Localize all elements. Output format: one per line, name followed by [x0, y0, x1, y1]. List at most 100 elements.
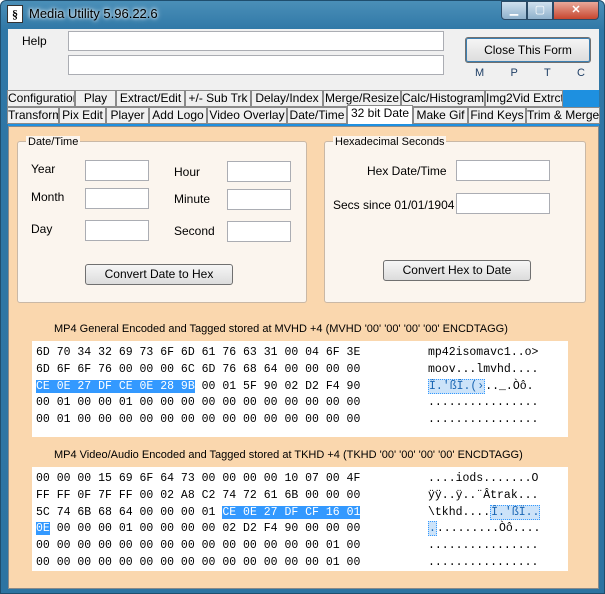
close-window-button[interactable]: ✕: [553, 1, 599, 20]
hex-date-input[interactable]: [456, 160, 550, 181]
tkhd-hex-bytes: FF FF 0F 7F FF 00 02 A8 C2 74 72 61 6B 0…: [36, 488, 361, 502]
tkhd-hex-row: 00 00 00 00 00 00 00 00 00 00 00 00 00 0…: [36, 538, 428, 555]
secs-since-label: Secs since 01/01/1904: [333, 198, 455, 212]
top-area: Help Close This Form M P T C: [8, 29, 599, 90]
tab-delay-index[interactable]: Delay/Index: [251, 90, 323, 107]
mvhd-hex-view[interactable]: 6D 70 34 32 69 73 6F 6D 61 76 63 31 00 0…: [32, 341, 568, 437]
month-label: Month: [31, 190, 65, 204]
tab-32-bit-date[interactable]: 32 bit Date: [347, 105, 413, 124]
tab-video-overlay[interactable]: Video Overlay: [207, 107, 287, 124]
hour-input[interactable]: [227, 161, 291, 182]
tab-sub-trk[interactable]: +/- Sub Trk: [185, 90, 251, 107]
minute-label: Minute: [174, 192, 211, 206]
window-title: Media Utility 5.96.22.6: [29, 6, 158, 21]
hex-seconds-group-title: Hexadecimal Seconds: [333, 136, 447, 148]
year-input[interactable]: [85, 160, 149, 181]
tkhd-ascii-column: ....iods.......O ÿÿ..ÿ..¨Âtrak... \tkhd...…: [428, 471, 568, 572]
tab-transform[interactable]: Transform: [7, 107, 59, 124]
mvhd-hex-bytes: 00 01 00 00 00 00 00 00 00 00 00 00 00 0…: [36, 413, 361, 427]
tkhd-ascii-text: ....iods.......O: [428, 472, 539, 485]
second-input[interactable]: [227, 221, 291, 242]
hex-date-label: Hex Date/Time: [367, 164, 447, 178]
tab-make-gif[interactable]: Make Gif: [413, 107, 468, 124]
convert-hex-to-date-button[interactable]: Convert Hex to Date: [383, 260, 531, 281]
mvhd-hex-selected: CE 0E 27 DF CE 0E 28 9B: [36, 379, 195, 393]
flag-p[interactable]: P: [510, 67, 517, 79]
flag-m[interactable]: M: [475, 67, 484, 79]
tkhd-ascii-text: .........Òô....: [436, 522, 541, 536]
app-icon[interactable]: §: [7, 5, 23, 23]
secs-since-input[interactable]: [456, 193, 550, 214]
year-label: Year: [31, 162, 56, 176]
tkhd-label: MP4 Video/Audio Encoded and Tagged store…: [54, 449, 523, 461]
tkhd-ascii-row: ....iods.......O: [428, 471, 568, 488]
tkhd-ascii-row: \tkhd....Î.'ßÏ..: [428, 504, 568, 522]
tkhd-ascii-row: ÿÿ..ÿ..¨Âtrak...: [428, 488, 568, 505]
mvhd-ascii-column: mp42isomavc1..o> moov...lmvhd.... Î.'ßÎ.(›…: [428, 345, 568, 429]
app-window: § Media Utility 5.96.22.6 ▁ ▢ ✕ Help Clo…: [0, 0, 605, 594]
tab-panel-32-bit-date: Date/Time Year Month Day Hour Minute Sec…: [8, 126, 599, 589]
tkhd-hex-bytes: 5C 74 6B 68 64 00 00 00 01: [36, 505, 223, 519]
tab-img2vid-extrct[interactable]: Img2Vid Extrct: [485, 90, 563, 107]
tkhd-ascii-selected: .: [428, 521, 437, 537]
flag-t[interactable]: T: [544, 67, 551, 79]
tkhd-hex-bytes: 00 00 00 01 00 00 00 00 02 D2 F4 90 00 0…: [49, 522, 361, 536]
datetime-group: Date/Time Year Month Day Hour Minute Sec…: [17, 136, 307, 303]
mvhd-hex-bytes: 6D 70 34 32 69 73 6F 6D 61 76 63 31 00 0…: [36, 346, 361, 359]
mvhd-ascii-row: ................: [428, 395, 568, 412]
tkhd-hex-row: 00 00 00 15 69 6F 64 73 00 00 00 00 10 0…: [36, 471, 428, 488]
tab-trim-merge[interactable]: Trim & Merge: [526, 107, 600, 124]
tab-extract-edit[interactable]: Extract/Edit: [116, 90, 185, 107]
tkhd-hex-column: 00 00 00 15 69 6F 64 73 00 00 00 00 10 0…: [36, 471, 428, 572]
mvhd-ascii-text: mp42isomavc1..o>: [428, 346, 539, 359]
tkhd-ascii-text: ÿÿ..ÿ..¨Âtrak...: [428, 488, 539, 502]
tab-date-time[interactable]: Date/Time: [287, 107, 347, 124]
mvhd-ascii-row: mp42isomavc1..o>: [428, 345, 568, 362]
help-menu[interactable]: Help: [22, 34, 47, 48]
day-input[interactable]: [85, 220, 149, 241]
mvhd-hex-column: 6D 70 34 32 69 73 6F 6D 61 76 63 31 00 0…: [36, 345, 428, 429]
tkhd-hex-bytes: 00 00 00 15 69 6F 64 73 00 00 00 00 10 0…: [36, 472, 361, 485]
tab-configuration[interactable]: Configuration: [7, 90, 75, 107]
hex-seconds-group: Hexadecimal Seconds Hex Date/Time Secs s…: [324, 136, 586, 303]
tkhd-hex-row: 0E 00 00 00 01 00 00 00 00 02 D2 F4 90 0…: [36, 521, 428, 538]
tkhd-hex-view[interactable]: 00 00 00 15 69 6F 64 73 00 00 00 00 10 0…: [32, 467, 568, 571]
mvhd-hex-row: 00 01 00 00 00 00 00 00 00 00 00 00 00 0…: [36, 412, 428, 429]
tkhd-ascii-row: ..........Òô....: [428, 521, 568, 538]
tab-calc-histogram[interactable]: Calc/Histogram: [401, 90, 485, 107]
tab-pix-edit[interactable]: Pix Edit: [59, 107, 106, 124]
minimize-button[interactable]: ▁: [501, 1, 527, 20]
tkhd-ascii-text: ................: [428, 539, 539, 553]
tab-find-keys[interactable]: Find Keys: [468, 107, 526, 124]
title-bar[interactable]: § Media Utility 5.96.22.6 ▁ ▢ ✕: [1, 1, 604, 27]
info-textbox-2[interactable]: [68, 55, 444, 75]
tab-player[interactable]: Player: [106, 107, 149, 124]
month-input[interactable]: [85, 188, 149, 209]
flag-c[interactable]: C: [577, 67, 585, 79]
tab-play[interactable]: Play: [75, 90, 116, 107]
mvhd-ascii-selected: Î.'ßÎ.(›: [428, 378, 486, 394]
close-form-button[interactable]: Close This Form: [465, 37, 591, 63]
second-label: Second: [174, 224, 215, 238]
tkhd-ascii-text: ................: [428, 555, 539, 569]
mvhd-hex-bytes: 6D 6F 6F 76 00 00 00 6C 6D 76 68 64 00 0…: [36, 362, 361, 376]
datetime-group-title: Date/Time: [26, 136, 81, 148]
tkhd-ascii-row: ................: [428, 538, 568, 555]
tkhd-hex-bytes: 00 00 00 00 00 00 00 00 00 00 00 00 00 0…: [36, 539, 361, 553]
mvhd-ascii-row: ................: [428, 412, 568, 429]
minute-input[interactable]: [227, 189, 291, 210]
convert-date-to-hex-button[interactable]: Convert Date to Hex: [85, 264, 233, 285]
mvhd-hex-row: 6D 6F 6F 76 00 00 00 6C 6D 76 68 64 00 0…: [36, 362, 428, 379]
maximize-button[interactable]: ▢: [527, 1, 553, 20]
info-textbox-1[interactable]: [68, 31, 444, 51]
flag-indicators: M P T C: [475, 67, 585, 79]
tkhd-hex-row: 00 00 00 00 00 00 00 00 00 00 00 00 00 0…: [36, 555, 428, 572]
hour-label: Hour: [174, 165, 201, 179]
tab-strip: Configuration Play Extract/Edit +/- Sub …: [7, 90, 600, 126]
mvhd-hex-bytes: 00 01 00 00 01 00 00 00 00 00 00 00 00 0…: [36, 396, 361, 410]
tab-add-logo[interactable]: Add Logo: [149, 107, 207, 124]
mvhd-ascii-row: Î.'ßÎ.(›.._.Òô.: [428, 378, 568, 396]
tkhd-ascii-selected: Î.'ßÏ..: [490, 504, 541, 520]
tkhd-hex-row: FF FF 0F 7F FF 00 02 A8 C2 74 72 61 6B 0…: [36, 488, 428, 505]
mvhd-hex-row: 00 01 00 00 01 00 00 00 00 00 00 00 00 0…: [36, 395, 428, 412]
